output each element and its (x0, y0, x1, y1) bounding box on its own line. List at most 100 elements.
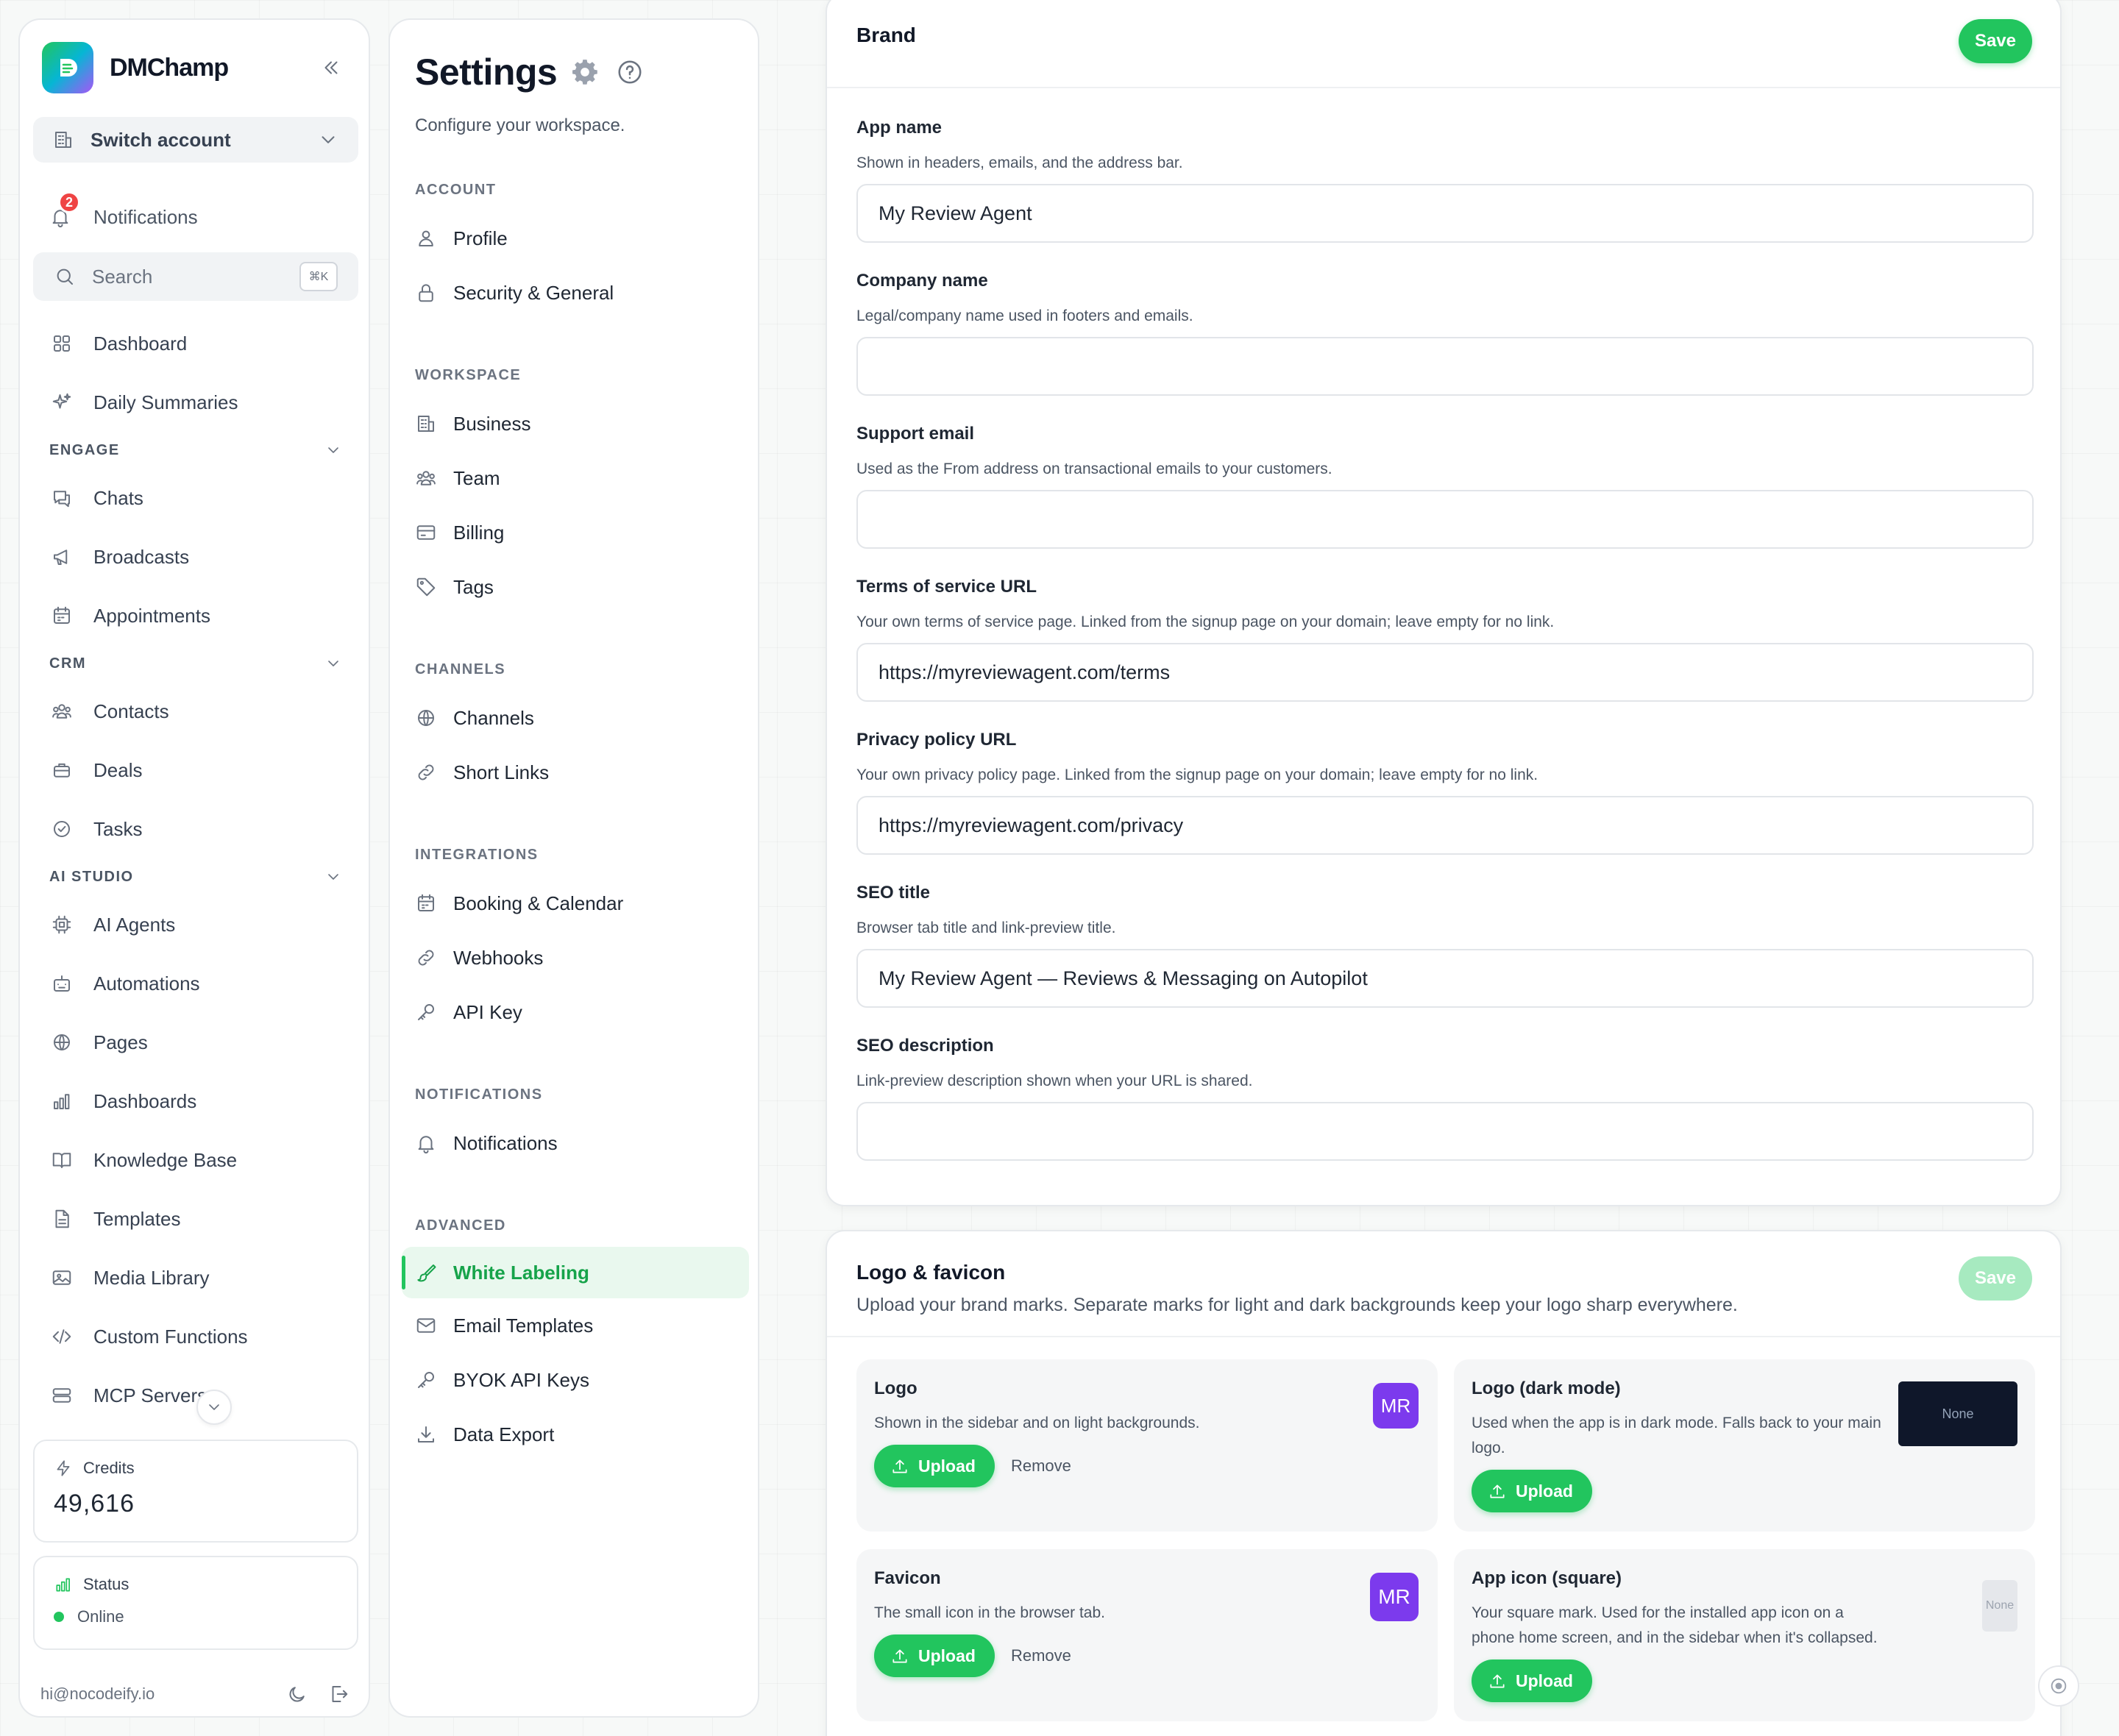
sidebar-item-knowledge-base[interactable]: Knowledge Base (20, 1131, 372, 1189)
sidebar-item-label: Daily Summaries (93, 391, 238, 413)
favicon-upload-button[interactable]: Upload (874, 1634, 995, 1677)
chevron-down-icon (324, 655, 342, 672)
seo-description-input[interactable] (856, 1102, 2034, 1161)
briefcase-icon (51, 759, 73, 781)
sidebar-item-media-library[interactable]: Media Library (20, 1248, 372, 1307)
sidebar-item-label: Dashboard (93, 332, 188, 355)
user-icon (415, 227, 437, 249)
server-icon (51, 1384, 73, 1406)
sidebar-item-dashboard[interactable]: Dashboard (20, 314, 372, 373)
section-engage-toggle[interactable]: ENGAGE (20, 432, 372, 469)
settings-item-notifications[interactable]: Notifications (390, 1116, 761, 1170)
settings-item-channels[interactable]: Channels (390, 691, 761, 745)
moon-icon[interactable] (286, 1683, 308, 1705)
settings-item-api-key[interactable]: API Key (390, 985, 761, 1039)
logo-dark-upload-button[interactable]: Upload (1472, 1470, 1592, 1512)
notifications-link[interactable]: 2 Notifications (49, 191, 198, 238)
settings-item-billing[interactable]: Billing (390, 505, 761, 560)
field-label: SEO title (856, 883, 931, 903)
sidebar-item-tasks[interactable]: Tasks (20, 800, 372, 858)
sidebar-item-chats[interactable]: Chats (20, 469, 372, 527)
search-shortcut: ⌘K (299, 262, 338, 291)
section-title: ENGAGE (49, 441, 120, 458)
logout-icon[interactable] (327, 1683, 349, 1705)
search-icon (54, 266, 76, 288)
collapse-sidebar-icon[interactable] (320, 57, 342, 79)
settings-item-webhooks[interactable]: Webhooks (390, 931, 761, 985)
status-card[interactable]: Status Online (33, 1556, 358, 1650)
settings-item-label: Short Links (453, 761, 550, 783)
asset-description: Shown in the sidebar and on light backgr… (874, 1415, 1200, 1431)
logo-card-title: Logo & favicon (856, 1261, 1006, 1284)
settings-item-profile[interactable]: Profile (390, 211, 761, 266)
logo-preview: MR (1373, 1383, 1419, 1429)
sidebar-item-dashboards[interactable]: Dashboards (20, 1072, 372, 1131)
brand-logo[interactable] (42, 42, 93, 93)
tag-icon (415, 576, 437, 598)
upload-label: Upload (918, 1646, 976, 1665)
upload-icon (890, 1646, 909, 1665)
section-ai-studio-toggle[interactable]: AI STUDIO (20, 858, 372, 895)
app-icon-upload-button[interactable]: Upload (1472, 1659, 1592, 1702)
sidebar-item-broadcasts[interactable]: Broadcasts (20, 527, 372, 586)
favicon-remove-button[interactable]: Remove (1011, 1646, 1071, 1665)
sidebar-item-mcp-servers[interactable]: MCP Servers (20, 1366, 372, 1425)
help-icon[interactable] (616, 58, 644, 86)
sidebar-item-appointments[interactable]: Appointments (20, 586, 372, 645)
section-crm-toggle[interactable]: CRM (20, 645, 372, 682)
settings-item-team[interactable]: Team (390, 451, 761, 505)
terms-url-input[interactable] (856, 643, 2034, 702)
logo-remove-button[interactable]: Remove (1011, 1456, 1071, 1476)
search-button[interactable]: Search ⌘K (33, 252, 358, 301)
sidebar-item-daily-summaries[interactable]: Daily Summaries (20, 373, 372, 432)
building-icon (415, 413, 437, 435)
search-label: Search (92, 265, 153, 288)
privacy-url-input[interactable] (856, 796, 2034, 855)
app-name-input[interactable] (856, 184, 2034, 243)
field-label: Support email (856, 424, 975, 444)
settings-item-white-labeling[interactable]: White Labeling (402, 1247, 749, 1298)
support-email-input[interactable] (856, 490, 2034, 549)
settings-item-data-export[interactable]: Data Export (390, 1407, 761, 1462)
sidebar-item-contacts[interactable]: Contacts (20, 682, 372, 741)
sidebar-item-label: Custom Functions (93, 1325, 248, 1348)
chevron-down-icon (317, 129, 339, 151)
settings-item-business[interactable]: Business (390, 396, 761, 451)
settings-item-email-templates[interactable]: Email Templates (390, 1298, 761, 1353)
settings-item-security-general[interactable]: Security & General (390, 266, 761, 320)
floating-help-button[interactable] (2038, 1665, 2079, 1707)
logo-save-button[interactable]: Save (1958, 1256, 2032, 1301)
settings-item-short-links[interactable]: Short Links (390, 745, 761, 800)
company-name-input[interactable] (856, 337, 2034, 396)
company-name-field-group: Company name Legal/company name used in … (856, 271, 2034, 396)
credits-card[interactable]: Credits 49,616 (33, 1440, 358, 1543)
settings-item-byok-api-keys[interactable]: BYOK API Keys (390, 1353, 761, 1407)
logo-asset-card: Logo Shown in the sidebar and on light b… (856, 1359, 1438, 1532)
seo-title-input[interactable] (856, 949, 2034, 1008)
main-sidebar: DMChamp Switch account 2 Notifications S… (18, 18, 370, 1718)
sidebar-item-pages[interactable]: Pages (20, 1013, 372, 1072)
upload-icon (890, 1456, 909, 1476)
sidebar-item-custom-functions[interactable]: Custom Functions (20, 1307, 372, 1366)
document-icon (51, 1208, 73, 1230)
settings-item-label: Tags (453, 575, 494, 598)
sidebar-item-automations[interactable]: Automations (20, 954, 372, 1013)
sidebar-footer: hi@nocodeify.io (40, 1679, 349, 1709)
sidebar-item-deals[interactable]: Deals (20, 741, 372, 800)
link-icon (415, 947, 437, 969)
sidebar-item-ai-agents[interactable]: AI Agents (20, 895, 372, 954)
app-name-field-group: App name Shown in headers, emails, and t… (856, 118, 2034, 243)
settings-item-booking-calendar[interactable]: Booking & Calendar (390, 876, 761, 931)
target-icon (2048, 1676, 2069, 1696)
sidebar-item-templates[interactable]: Templates (20, 1189, 372, 1248)
switch-account-button[interactable]: Switch account (33, 117, 358, 163)
logo-upload-button[interactable]: Upload (874, 1445, 995, 1487)
status-value: Online (77, 1607, 124, 1626)
upload-icon (1488, 1671, 1507, 1690)
app-icon-preview: None (1982, 1580, 2017, 1632)
settings-item-tags[interactable]: Tags (390, 560, 761, 614)
brand-save-button[interactable]: Save (1958, 19, 2032, 63)
upload-label: Upload (1516, 1481, 1573, 1501)
scroll-down-button[interactable] (196, 1390, 232, 1425)
switch-account-label: Switch account (90, 128, 231, 151)
